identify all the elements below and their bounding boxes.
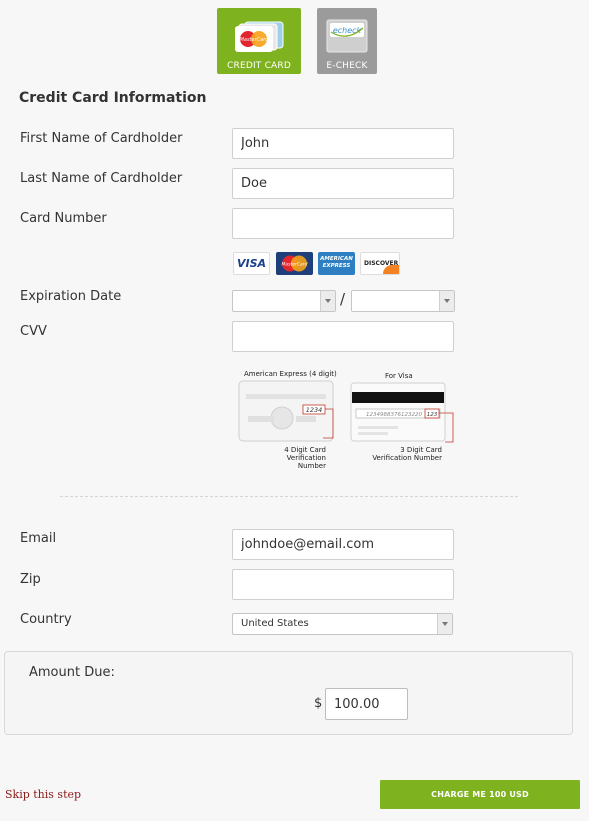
mastercard-logo: MasterCard [276,252,313,275]
section-title: Credit Card Information [19,90,207,106]
currency-symbol: $ [314,696,323,711]
svg-text:123: 123 [427,412,438,418]
country-label: Country [20,612,72,627]
credit-card-tab-label: CREDIT CARD [227,61,291,71]
discover-logo: DISCOVER [360,252,400,275]
discover-swoosh [383,265,399,274]
amount-due-label: Amount Due: [29,665,115,680]
zip-input[interactable] [232,569,454,600]
svg-text:echeck: echeck [333,26,362,35]
visa-logo-text: VISA [236,257,267,270]
chevron-down-icon [439,291,454,311]
zip-label: Zip [20,572,41,587]
amex-cvv-note: 4 Digit Card Verification Number [258,446,326,470]
first-name-input[interactable] [232,128,454,159]
amount-due-panel: Amount Due: $ [4,651,573,735]
card-number-label: Card Number [20,211,107,226]
svg-text:1234: 1234 [306,406,323,414]
amount-input[interactable] [325,688,408,720]
cvv-label: CVV [20,324,47,339]
echeck-icon: echeck [326,19,368,53]
echeck-tab[interactable]: echeck E-CHECK [317,8,377,74]
card-number-input[interactable] [232,208,454,239]
amex-cvv-caption: American Express (4 digit) [244,370,337,378]
expiration-month-select[interactable] [232,290,336,312]
last-name-input[interactable] [232,168,454,199]
credit-card-icon: MasterCard [235,21,284,52]
expiration-year-select[interactable] [351,290,455,312]
svg-text:MasterCard: MasterCard [282,262,308,268]
mastercard-logo-graphic: MasterCard [282,255,308,272]
email-input[interactable] [232,529,454,560]
visa-cvv-note: 3 Digit Card Verification Number [372,446,442,462]
skip-step-link[interactable]: Skip this step [5,788,81,801]
echeck-tab-label: E-CHECK [326,61,368,71]
expiration-date-label: Expiration Date [20,289,122,304]
first-name-label: First Name of Cardholder [20,131,183,146]
amex-cvv-note-line2: Verification Number [286,454,326,470]
expiration-separator: / [340,290,346,308]
country-select[interactable]: United States [232,613,453,635]
chevron-down-icon [437,614,452,634]
amex-logo-text: AMERICAN EXPRESS [320,256,353,269]
country-select-value: United States [241,618,309,629]
amex-logo: AMERICAN EXPRESS [318,252,355,275]
amex-card-illustration: 1234 [238,380,334,442]
cvv-input[interactable] [232,321,454,352]
svg-text:1234988376123220: 1234988376123220 [366,412,422,418]
section-divider [60,496,518,497]
visa-cvv-note-line1: 3 Digit Card [400,446,442,454]
visa-cvv-caption: For Visa [385,372,413,380]
amex-cvv-note-line1: 4 Digit Card [284,446,326,454]
chevron-down-icon [320,291,335,311]
svg-text:MasterCard: MasterCard [240,37,270,43]
last-name-label: Last Name of Cardholder [20,171,183,186]
credit-card-tab[interactable]: MasterCard CREDIT CARD [217,8,301,74]
visa-cvv-note-line2: Verification Number [372,454,442,462]
email-label: Email [20,531,57,546]
visa-card-back-illustration: 1234988376123220 123 [350,382,454,443]
charge-button[interactable]: CHARGE ME 100 USD [380,780,580,809]
visa-logo: VISA [233,252,270,275]
